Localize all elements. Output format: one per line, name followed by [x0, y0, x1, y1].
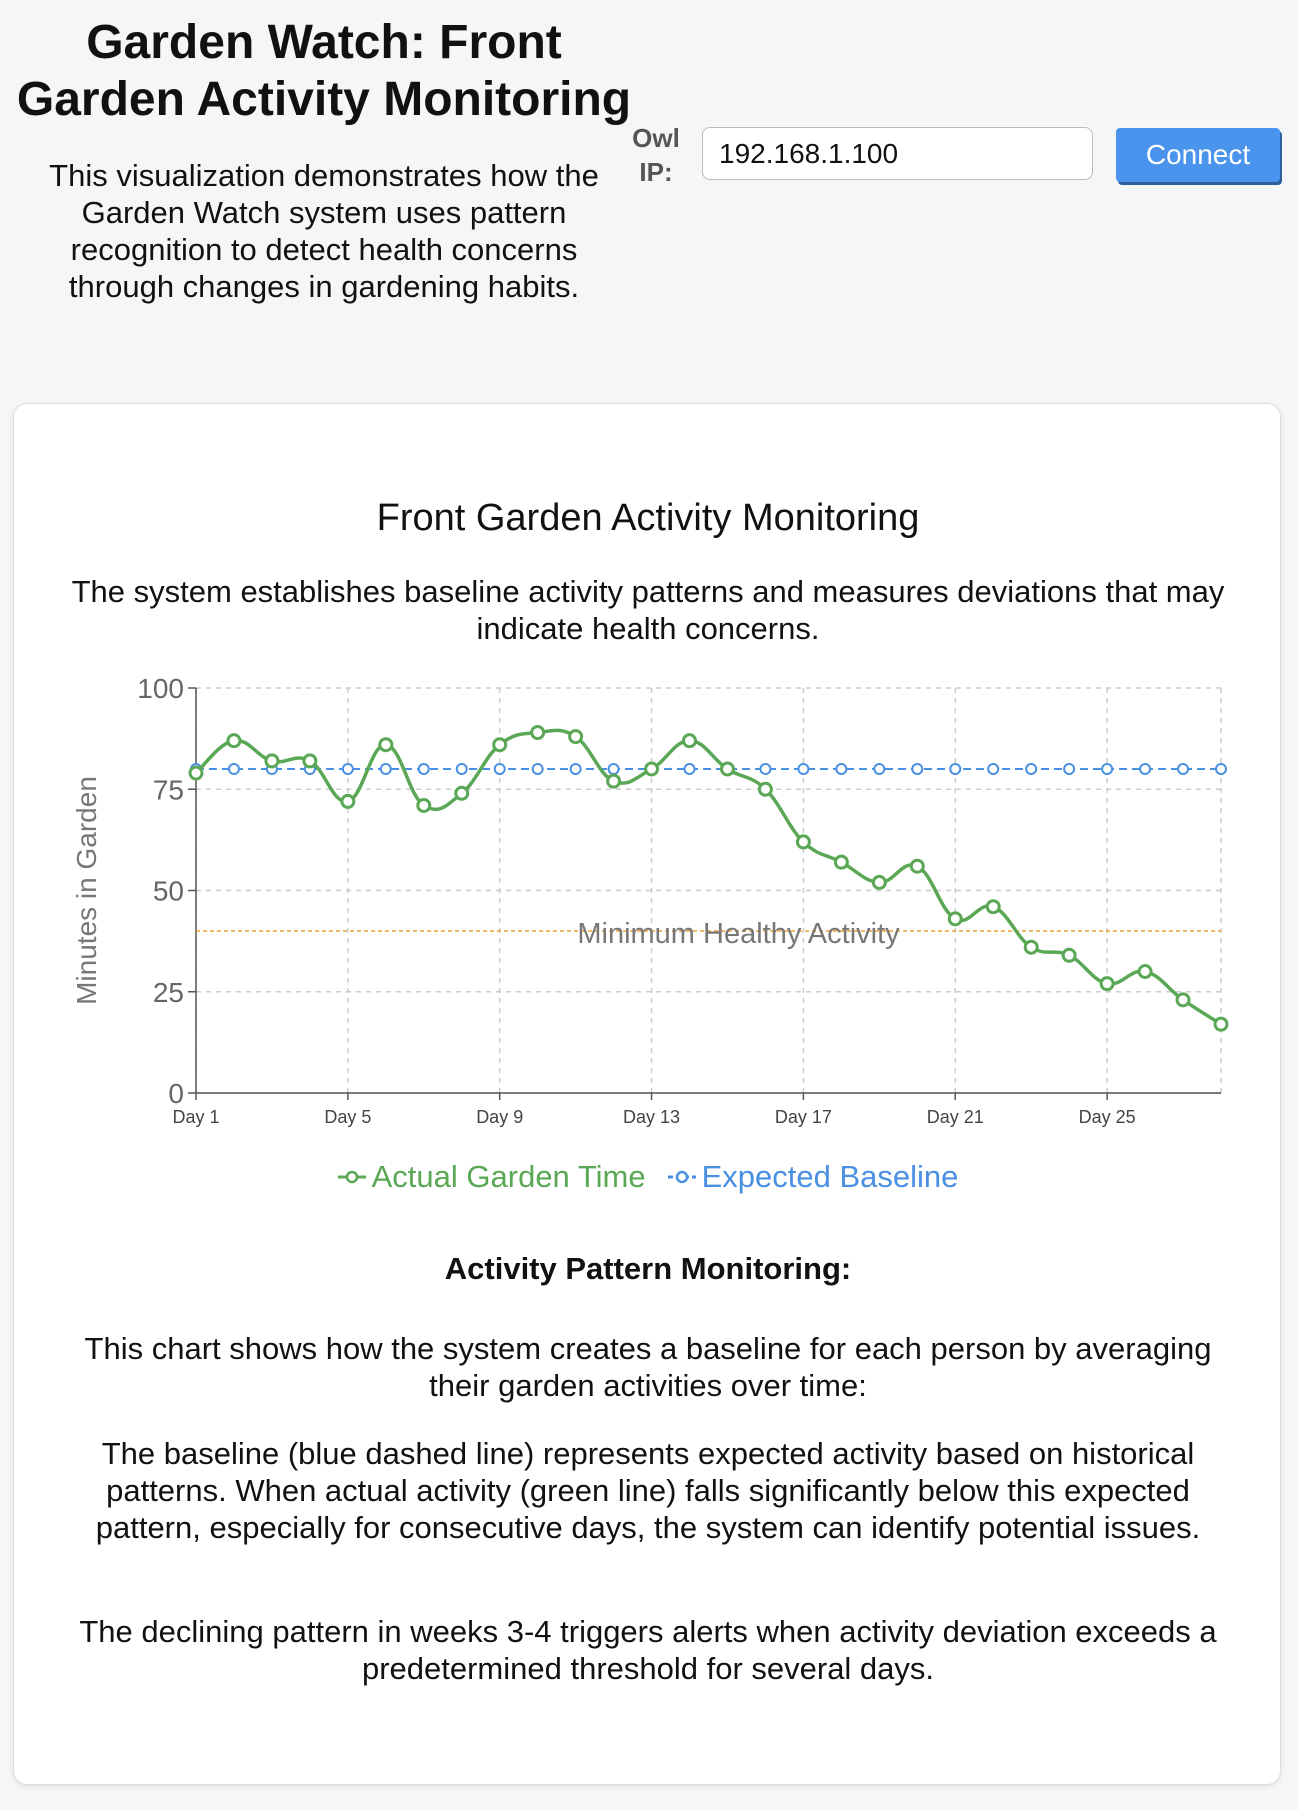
actual-point: [909, 858, 925, 874]
y-axis-label: Minutes in Garden: [71, 776, 102, 1005]
y-tick-label: 100: [137, 673, 184, 704]
x-tick-label: Day 13: [623, 1107, 680, 1127]
activity-line-chart: 0 25 50 75 100 Day 1 Day 5 Day 9 Day 13 Day 17 Day…: [71, 673, 1229, 1127]
baseline-point: [873, 763, 886, 775]
owl-ip-label: Owl IP:: [632, 123, 680, 187]
chart-card: Front Garden Activity Monitoring The sys…: [13, 403, 1281, 1785]
baseline-point: [455, 763, 468, 775]
actual-point: [188, 765, 204, 781]
baseline-point: [227, 763, 240, 775]
baseline-point: [759, 763, 772, 775]
x-tick-label: Day 5: [324, 1107, 371, 1127]
threshold-label: Minimum Healthy Activity: [577, 918, 900, 950]
y-tick-label: 50: [153, 876, 184, 907]
actual-point: [1213, 1016, 1229, 1032]
owl-ip-input[interactable]: [702, 127, 1093, 180]
actual-point: [757, 781, 773, 797]
x-tick-label: Day 21: [927, 1107, 984, 1127]
app-title: Garden Watch: Front Garden Activity Moni…: [16, 16, 632, 126]
baseline-point: [1025, 763, 1038, 775]
explanation-paragraph-1: This chart shows how the system creates …: [84, 1331, 1212, 1403]
y-tick-label: 25: [153, 977, 184, 1008]
actual-point: [644, 761, 660, 777]
actual-point: [492, 737, 508, 753]
y-tick-label: 0: [168, 1078, 184, 1109]
baseline-point: [379, 763, 392, 775]
y-tick-label: 75: [153, 774, 184, 805]
page-header: Garden Watch: Front Garden Activity Moni…: [0, 0, 1298, 380]
monitoring-heading: Activity Pattern Monitoring:: [444, 1251, 852, 1286]
actual-point: [302, 753, 318, 769]
baseline-point: [417, 763, 430, 775]
baseline-point: [569, 763, 582, 775]
actual-point: [340, 793, 356, 809]
actual-point: [682, 733, 698, 749]
actual-point: [416, 797, 432, 813]
baseline-point: [949, 763, 962, 775]
legend-baseline-swatch: [667, 1170, 696, 1184]
baseline-point: [797, 763, 810, 775]
baseline-point: [1063, 763, 1076, 775]
baseline-point: [1139, 763, 1152, 775]
legend-baseline-label: Expected Baseline: [701, 1159, 959, 1194]
x-tick-label: Day 25: [1079, 1107, 1136, 1127]
intro-text: This visualization demonstrates how the …: [49, 158, 599, 304]
actual-point: [1023, 939, 1039, 955]
actual-point: [454, 785, 470, 801]
baseline-point: [531, 763, 544, 775]
actual-point: [378, 737, 394, 753]
baseline-point: [683, 763, 696, 775]
actual-point: [795, 834, 811, 850]
legend-actual-swatch: [337, 1170, 366, 1184]
actual-point: [719, 761, 735, 777]
actual-point: [1175, 992, 1191, 1008]
x-tick-label: Day 1: [172, 1107, 219, 1127]
baseline-point: [607, 763, 620, 775]
actual-point: [226, 733, 242, 749]
explanation-paragraph-3: The declining pattern in weeks 3-4 trigg…: [79, 1614, 1217, 1686]
actual-point: [1061, 947, 1077, 963]
actual-point: [264, 753, 280, 769]
x-tick-label: Day 17: [775, 1107, 832, 1127]
baseline-point: [987, 763, 1000, 775]
connect-button[interactable]: Connect: [1116, 128, 1280, 182]
baseline-point: [341, 763, 354, 775]
legend-actual-label: Actual Garden Time: [371, 1159, 646, 1194]
chart-legend: Actual Garden Time Expected Baseline: [14, 1157, 1282, 1197]
baseline-point: [911, 763, 924, 775]
x-tick-label: Day 9: [476, 1107, 523, 1127]
baseline-point: [493, 763, 506, 775]
baseline-point: [835, 763, 848, 775]
actual-point: [947, 911, 963, 927]
actual-point: [871, 874, 887, 890]
explanation-paragraph-2: The baseline (blue dashed line) represen…: [95, 1436, 1201, 1545]
actual-point: [1099, 976, 1115, 992]
actual-point: [833, 854, 849, 870]
legend-item-actual[interactable]: Actual Garden Time: [337, 1157, 646, 1197]
actual-point: [568, 729, 584, 745]
actual-point: [530, 725, 546, 741]
baseline-point: [1215, 763, 1227, 775]
actual-point: [606, 773, 622, 789]
baseline-point: [1177, 763, 1190, 775]
actual-point: [1137, 964, 1153, 979]
legend-item-baseline[interactable]: Expected Baseline: [667, 1157, 959, 1197]
baseline-point: [1101, 763, 1114, 775]
actual-point: [985, 899, 1001, 915]
